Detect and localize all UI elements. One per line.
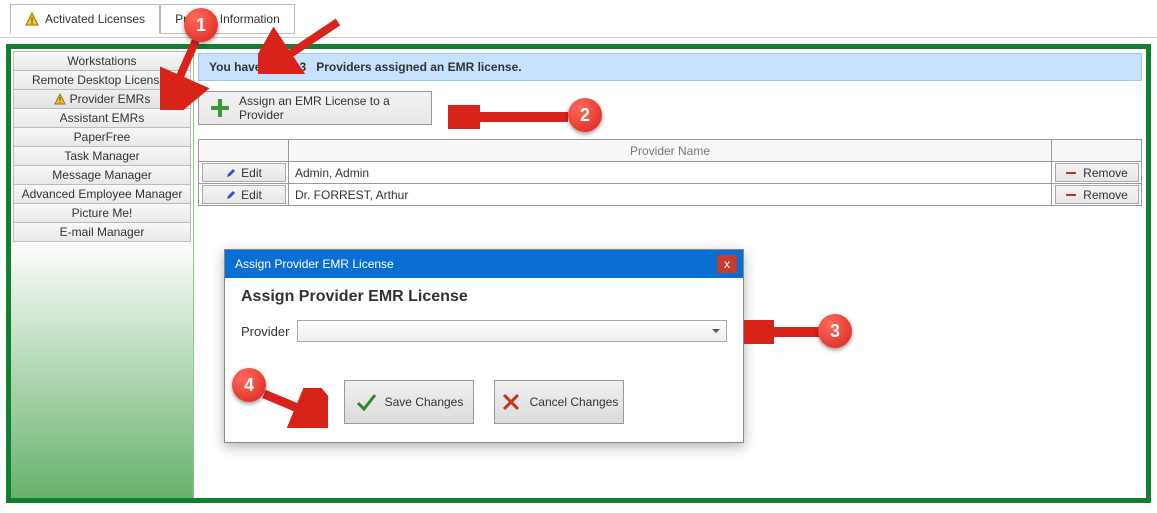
sidebar-item-email-manager[interactable]: E-mail Manager bbox=[13, 222, 191, 242]
dialog-heading: Assign Provider EMR License bbox=[241, 288, 727, 306]
sidebar-item-workstations[interactable]: Workstations bbox=[13, 51, 191, 71]
provider-label: Provider bbox=[241, 324, 289, 339]
warning-icon: ! bbox=[25, 12, 39, 26]
x-icon bbox=[500, 391, 522, 413]
dialog-title: Assign Provider EMR License bbox=[235, 257, 394, 271]
sidebar-item-message-manager[interactable]: Message Manager bbox=[13, 165, 191, 185]
remove-button[interactable]: Remove bbox=[1055, 185, 1139, 204]
col-edit bbox=[199, 140, 289, 162]
banner-suffix: Providers assigned an EMR license. bbox=[316, 60, 521, 74]
plus-icon bbox=[209, 97, 231, 119]
dialog-titlebar[interactable]: Assign Provider EMR License x bbox=[225, 250, 743, 278]
warning-icon: ! bbox=[54, 93, 66, 105]
sidebar-item-picture-me[interactable]: Picture Me! bbox=[13, 203, 191, 223]
assign-license-dialog: Assign Provider EMR License x Assign Pro… bbox=[224, 249, 744, 443]
banner-total: 3 bbox=[300, 60, 307, 74]
banner-prefix: You have bbox=[209, 60, 261, 74]
save-changes-button[interactable]: Save Changes bbox=[344, 380, 474, 424]
table-row: Edit Admin, Admin Remove bbox=[199, 162, 1142, 184]
svg-text:!: ! bbox=[31, 16, 34, 26]
edit-button[interactable]: Edit bbox=[202, 163, 286, 182]
minus-icon bbox=[1065, 191, 1077, 199]
col-remove bbox=[1052, 140, 1142, 162]
license-count-banner: You have 2 of 3 Providers assigned an EM… bbox=[198, 53, 1142, 81]
assign-license-button[interactable]: Assign an EMR License to a Provider bbox=[198, 91, 432, 125]
banner-count: 2 bbox=[268, 60, 275, 74]
tab-label: Product Information bbox=[175, 4, 280, 34]
provider-dropdown[interactable] bbox=[297, 320, 727, 342]
sidebar-item-remote-desktop[interactable]: Remote Desktop Licenses bbox=[13, 70, 191, 90]
sidebar-item-paperfree[interactable]: PaperFree bbox=[13, 127, 191, 147]
remove-button[interactable]: Remove bbox=[1055, 163, 1139, 182]
sidebar-item-assistant-emrs[interactable]: Assistant EMRs bbox=[13, 108, 191, 128]
provider-table: Provider Name Edit Admin, Admin bbox=[198, 139, 1142, 206]
top-tabs: ! Activated Licenses Product Information bbox=[0, 0, 1157, 38]
edit-button[interactable]: Edit bbox=[202, 185, 286, 204]
edit-icon bbox=[225, 189, 235, 201]
assign-button-label: Assign an EMR License to a Provider bbox=[239, 94, 421, 122]
svg-text:!: ! bbox=[59, 96, 61, 105]
edit-icon bbox=[225, 167, 235, 179]
sidebar-item-task-manager[interactable]: Task Manager bbox=[13, 146, 191, 166]
minus-icon bbox=[1065, 169, 1077, 177]
col-provider-name: Provider Name bbox=[289, 140, 1052, 162]
dialog-body: Assign Provider EMR License Provider Sav… bbox=[225, 278, 743, 442]
banner-of: of bbox=[282, 60, 293, 74]
content-frame: Workstations Remote Desktop Licenses ! P… bbox=[6, 44, 1151, 503]
tab-label: Activated Licenses bbox=[45, 4, 145, 34]
dialog-close-button[interactable]: x bbox=[717, 255, 737, 273]
table-row: Edit Dr. FORREST, Arthur Remove bbox=[199, 184, 1142, 206]
main-content: You have 2 of 3 Providers assigned an EM… bbox=[198, 53, 1142, 498]
sidebar: Workstations Remote Desktop Licenses ! P… bbox=[11, 49, 194, 498]
provider-name-cell: Dr. FORREST, Arthur bbox=[289, 184, 1052, 206]
tab-activated-licenses[interactable]: ! Activated Licenses bbox=[10, 4, 160, 34]
close-icon: x bbox=[724, 257, 730, 271]
check-icon bbox=[355, 391, 377, 413]
sidebar-item-adv-emp-manager[interactable]: Advanced Employee Manager bbox=[13, 184, 191, 204]
tab-product-info[interactable]: Product Information bbox=[160, 4, 295, 34]
provider-name-cell: Admin, Admin bbox=[289, 162, 1052, 184]
sidebar-item-provider-emrs[interactable]: ! Provider EMRs bbox=[13, 89, 191, 109]
cancel-changes-button[interactable]: Cancel Changes bbox=[494, 380, 624, 424]
